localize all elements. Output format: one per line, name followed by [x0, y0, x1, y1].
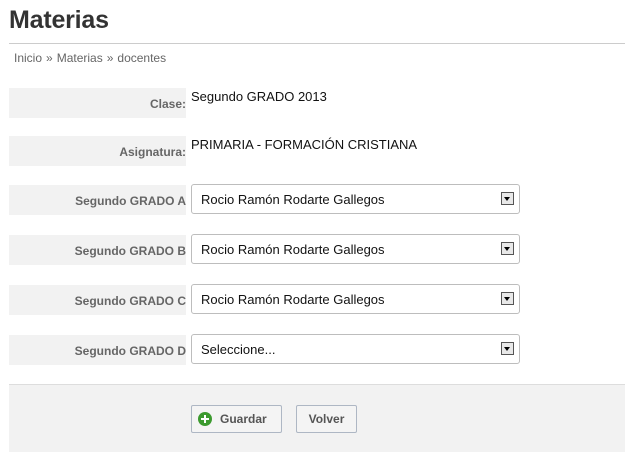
breadcrumb-separator: »: [106, 51, 114, 65]
grade-c-selected-value: Rocio Ramón Rodarte Gallegos: [201, 292, 385, 307]
breadcrumb-separator: »: [46, 51, 53, 65]
form-actions-bar: Guardar Volver: [9, 385, 625, 452]
grade-d-teacher-select[interactable]: Seleccione...: [191, 334, 520, 364]
back-button-label: Volver: [308, 412, 345, 426]
breadcrumb-materias[interactable]: Materias: [57, 51, 103, 65]
asignatura-row: Asignatura: PRIMARIA - FORMACIÓN CRISTIA…: [9, 136, 625, 166]
grade-b-row: Segundo GRADO B Rocio Ramón Rodarte Gall…: [9, 234, 625, 265]
grade-c-row: Segundo GRADO C Rocio Ramón Rodarte Gall…: [9, 284, 625, 315]
dropdown-arrow-icon[interactable]: [501, 242, 514, 255]
clase-label-cell: Clase:: [9, 88, 186, 118]
grade-a-teacher-select[interactable]: Rocio Ramón Rodarte Gallegos: [191, 184, 520, 214]
grade-b-selected-value: Rocio Ramón Rodarte Gallegos: [201, 242, 385, 257]
page-title: Materias: [9, 6, 109, 34]
grade-a-label-cell: Segundo GRADO A: [9, 185, 186, 215]
dropdown-arrow-icon[interactable]: [501, 192, 514, 205]
title-divider: [9, 43, 625, 44]
save-button[interactable]: Guardar: [191, 405, 282, 433]
grade-d-selected-value: Seleccione...: [201, 342, 276, 357]
grade-d-label: Segundo GRADO D: [74, 344, 186, 358]
grade-a-selected-value: Rocio Ramón Rodarte Gallegos: [201, 192, 385, 207]
clase-label: Clase:: [149, 97, 186, 111]
save-button-label: Guardar: [220, 412, 267, 426]
asignatura-label-cell: Asignatura:: [9, 136, 186, 166]
dropdown-arrow-icon[interactable]: [501, 342, 514, 355]
breadcrumb-inicio[interactable]: Inicio: [14, 51, 42, 65]
grade-d-label-cell: Segundo GRADO D: [9, 335, 186, 365]
dropdown-arrow-icon[interactable]: [501, 292, 514, 305]
grade-c-label: Segundo GRADO C: [74, 294, 186, 308]
breadcrumb: Inicio» Materias» docentes: [14, 51, 166, 65]
grade-d-row: Segundo GRADO D Seleccione...: [9, 334, 625, 365]
asignatura-label: Asignatura:: [119, 145, 186, 159]
plus-circle-icon: [198, 412, 212, 426]
grade-a-label: Segundo GRADO A: [75, 194, 186, 208]
grade-b-label: Segundo GRADO B: [74, 244, 186, 258]
grade-c-teacher-select[interactable]: Rocio Ramón Rodarte Gallegos: [191, 284, 520, 314]
grade-c-label-cell: Segundo GRADO C: [9, 285, 186, 315]
grade-b-label-cell: Segundo GRADO B: [9, 235, 186, 265]
clase-value: Segundo GRADO 2013: [191, 89, 327, 104]
grade-b-teacher-select[interactable]: Rocio Ramón Rodarte Gallegos: [191, 234, 520, 264]
back-button[interactable]: Volver: [296, 405, 357, 433]
grade-a-row: Segundo GRADO A Rocio Ramón Rodarte Gall…: [9, 184, 625, 215]
clase-row: Clase: Segundo GRADO 2013: [9, 88, 625, 118]
asignatura-value: PRIMARIA - FORMACIÓN CRISTIANA: [191, 137, 418, 152]
breadcrumb-current: docentes: [117, 51, 167, 65]
